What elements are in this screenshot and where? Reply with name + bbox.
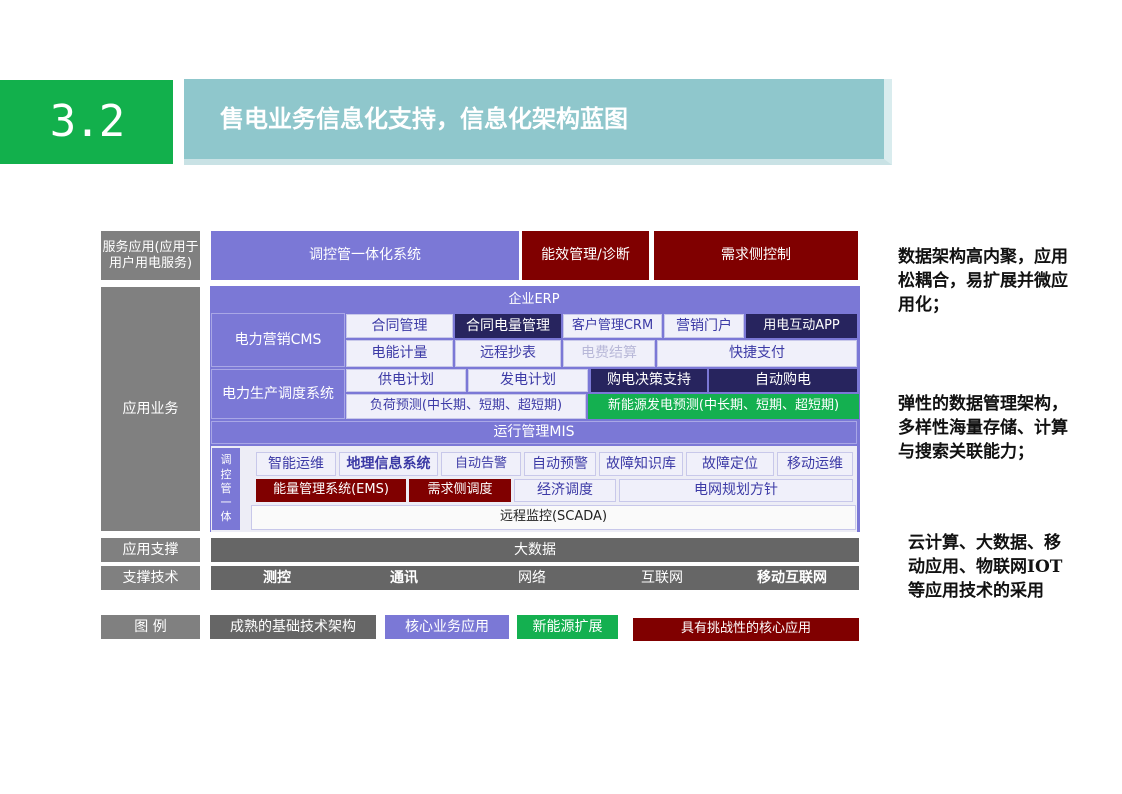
category-tech: 支撑技术 bbox=[101, 566, 200, 590]
legend-challenge: 具有挑战性的核心应用 bbox=[633, 618, 859, 641]
note-data-management: 弹性的数据管理架构，多样性海量存储、计算与搜索关联能力； bbox=[898, 394, 1068, 462]
dispatch-supply-plan: 供电计划 bbox=[346, 369, 466, 392]
efficiency-diagnosis: 能效管理/诊断 bbox=[522, 231, 649, 280]
erp-bar: 企业ERP bbox=[211, 288, 857, 312]
note-architecture: 数据架构高内聚，应用松耦合，易扩展并微应用化； bbox=[898, 247, 1068, 315]
tech-communication: 通讯 bbox=[390, 569, 418, 586]
section-number: 3.2 bbox=[0, 80, 173, 164]
legend-renewable: 新能源扩展 bbox=[517, 615, 618, 639]
page-title: 售电业务信息化支持，信息化架构蓝图 bbox=[220, 105, 628, 134]
dispatch-generation-plan: 发电计划 bbox=[468, 369, 588, 392]
cms-metering: 电能计量 bbox=[346, 340, 453, 367]
dispatch-title: 电力生产调度系统 bbox=[211, 369, 345, 419]
auto-alarm: 自动告警 bbox=[441, 452, 521, 476]
tech-measure-control: 测控 bbox=[263, 569, 291, 586]
note-technologies: 云计算、大数据、移动应用、物联网IOT等应用技术的采用 bbox=[908, 533, 1063, 601]
fault-location: 故障定位 bbox=[686, 452, 774, 476]
demand-side-control: 需求侧控制 bbox=[654, 231, 858, 280]
demand-dispatch: 需求侧调度 bbox=[409, 479, 511, 502]
auto-warning: 自动预警 bbox=[524, 452, 596, 476]
dispatch-auto-purchase: 自动购电 bbox=[709, 369, 857, 392]
dispatch-purchase-decision: 购电决策支持 bbox=[591, 369, 707, 392]
category-legend: 图 例 bbox=[101, 615, 200, 639]
mobile-ops: 移动运维 bbox=[777, 452, 853, 476]
cms-crm: 客户管理CRM bbox=[563, 314, 662, 338]
cms-remote-reading: 远程抄表 bbox=[455, 340, 561, 367]
cms-title: 电力营销CMS bbox=[211, 313, 345, 367]
cms-app: 用电互动APP bbox=[746, 314, 857, 338]
legend-core: 核心业务应用 bbox=[385, 615, 509, 639]
tech-internet: 互联网 bbox=[641, 569, 683, 586]
tech-mobile-internet: 移动互联网 bbox=[757, 569, 827, 586]
integrated-control-system: 调控管一体化系统 bbox=[211, 231, 519, 280]
category-support: 应用支撑 bbox=[101, 538, 200, 562]
cms-portal: 营销门户 bbox=[664, 314, 744, 338]
smart-ops: 智能运维 bbox=[256, 452, 336, 476]
ems: 能量管理系统(EMS) bbox=[256, 479, 406, 502]
cms-contract-energy: 合同电量管理 bbox=[455, 314, 561, 338]
scada: 远程监控(SCADA) bbox=[251, 505, 856, 530]
category-business: 应用业务 bbox=[101, 287, 200, 531]
economic-dispatch: 经济调度 bbox=[514, 479, 616, 502]
renewable-forecast: 新能源发电预测(中长期、短期、超短期) bbox=[588, 394, 859, 419]
cms-contract-management: 合同管理 bbox=[346, 314, 453, 338]
cms-quick-pay: 快捷支付 bbox=[657, 340, 857, 367]
category-service: 服务应用(应用于用户用电服务) bbox=[101, 231, 200, 280]
legend-mature: 成熟的基础技术架构 bbox=[210, 615, 376, 639]
fault-knowledge: 故障知识库 bbox=[599, 452, 683, 476]
mis-bar: 运行管理MIS bbox=[211, 421, 857, 444]
control-vertical-label: 调控管一体 bbox=[212, 448, 240, 530]
tech-network: 网络 bbox=[518, 569, 546, 586]
cms-billing: 电费结算 bbox=[563, 340, 655, 367]
gis: 地理信息系统 bbox=[339, 452, 438, 476]
big-data-bar: 大数据 bbox=[211, 538, 859, 562]
load-forecast: 负荷预测(中长期、短期、超短期) bbox=[346, 394, 586, 419]
grid-planning: 电网规划方针 bbox=[619, 479, 853, 502]
